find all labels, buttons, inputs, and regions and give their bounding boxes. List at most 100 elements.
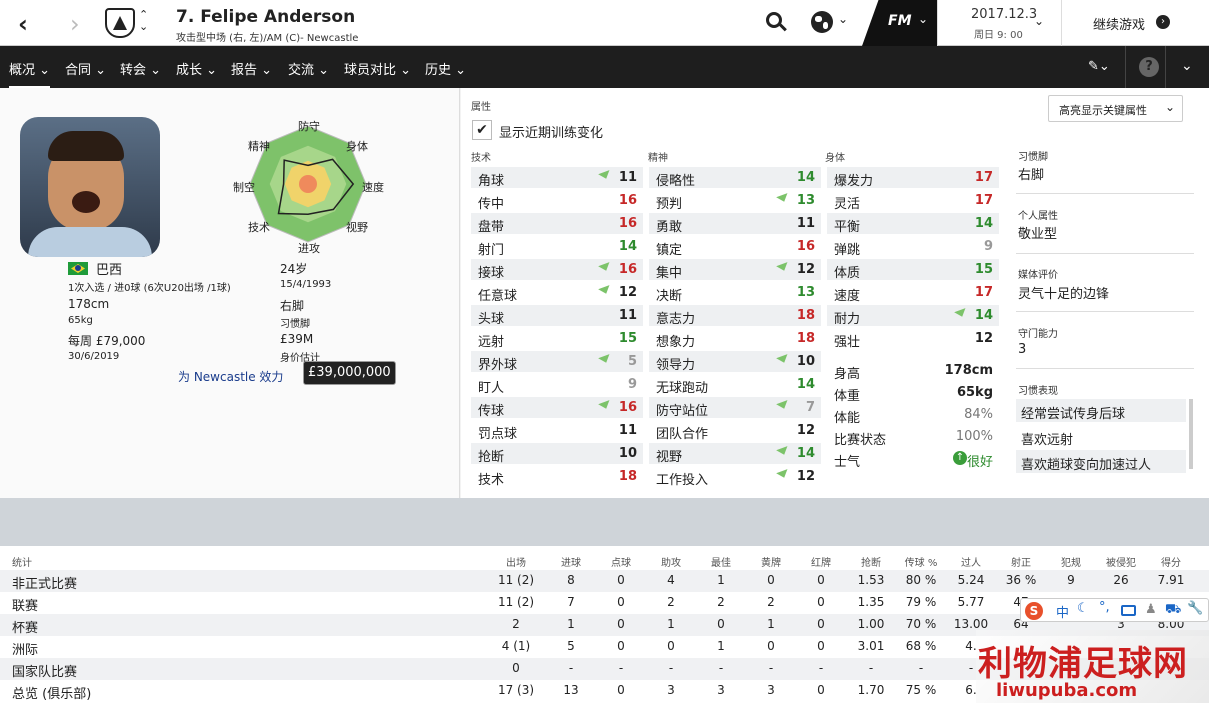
stats-cell: 3	[717, 683, 725, 697]
stats-row-label: 总览 (俱乐部)	[12, 687, 92, 702]
tab-reports[interactable]: 报告 ⌄	[231, 59, 272, 78]
stats-column-header[interactable]: 进球	[546, 554, 596, 569]
stats-column-header[interactable]: 最佳	[696, 554, 746, 569]
moon-icon[interactable]: ☾	[1077, 601, 1089, 616]
attribute-row[interactable]: 体质 15	[827, 259, 999, 281]
club-link[interactable]: 为 Newcastle 效力	[178, 368, 283, 385]
stats-column-header[interactable]: 过人	[946, 554, 996, 569]
attribute-row[interactable]: 灵活 17	[827, 190, 999, 212]
tab-history[interactable]: 历史 ⌄	[425, 59, 466, 78]
attribute-row[interactable]: 无球跑动 14	[649, 374, 821, 396]
stats-column-header[interactable]: 红牌	[796, 554, 846, 569]
attribute-row[interactable]: 耐力 14	[827, 305, 999, 327]
club-crest-icon[interactable]	[105, 8, 135, 38]
stats-column-header[interactable]: 助攻	[646, 554, 696, 569]
ime-mode[interactable]: 中	[1056, 602, 1069, 621]
player-wage: 每周 £79,000	[68, 334, 146, 348]
fm-menu[interactable]: FM ⌄	[862, 0, 937, 46]
stats-column-header[interactable]: 统计	[12, 554, 32, 569]
attribute-row[interactable]: 传中 16	[471, 190, 643, 212]
attribute-row[interactable]: 预判 13	[649, 190, 821, 212]
keyboard-icon[interactable]	[1121, 605, 1136, 616]
stats-cell: -	[618, 661, 624, 675]
training-changes-checkbox[interactable]: ✔	[472, 120, 492, 140]
physical-info-row: 体能 84%	[827, 404, 999, 426]
stats-cell: 0	[767, 573, 775, 587]
attribute-row[interactable]: 强壮 12	[827, 328, 999, 350]
stats-column-header[interactable]: 黄牌	[746, 554, 796, 569]
continue-button[interactable]: 继续游戏	[1093, 14, 1145, 33]
stats-column-header[interactable]: 抢断	[846, 554, 896, 569]
attribute-row[interactable]: 决断 13	[649, 282, 821, 304]
attribute-row[interactable]: 领导力 10	[649, 351, 821, 373]
tab-transfer[interactable]: 转会 ⌄	[120, 59, 161, 78]
attribute-row[interactable]: 抢断 10	[471, 443, 643, 465]
tab-development[interactable]: 成长 ⌄	[176, 59, 217, 78]
attribute-row[interactable]: 镇定 16	[649, 236, 821, 258]
forward-icon[interactable]: ›	[70, 10, 80, 38]
attribute-row[interactable]: 意志力 18	[649, 305, 821, 327]
physical-info-name: 士气	[834, 455, 861, 470]
attribute-row[interactable]: 传球 16	[471, 397, 643, 419]
user-icon[interactable]: ♟	[1145, 602, 1157, 617]
attribute-row[interactable]: 想象力 18	[649, 328, 821, 350]
tab-compare[interactable]: 球员对比 ⌄	[344, 59, 411, 78]
attribute-row[interactable]: 侵略性 14	[649, 167, 821, 189]
punctuation-icon[interactable]: °,	[1099, 600, 1110, 615]
attribute-row[interactable]: 界外球 5	[471, 351, 643, 373]
radar-label-defense: 防守	[298, 120, 320, 133]
attribute-row[interactable]: 盯人 9	[471, 374, 643, 396]
attribute-row[interactable]: 弹跳 9	[827, 236, 999, 258]
settings-wrench-icon[interactable]: 🔧	[1187, 601, 1203, 616]
tab-overview[interactable]: 概况 ⌄	[9, 59, 51, 89]
stats-cell: 2	[767, 595, 775, 609]
attribute-row[interactable]: 头球 11	[471, 305, 643, 327]
stats-column-header[interactable]: 出场	[491, 554, 541, 569]
stats-column-header[interactable]: 传球 %	[896, 554, 946, 569]
club-switch-icon[interactable]: ⌃ ⌄	[139, 9, 148, 33]
attribute-row[interactable]: 防守站位 7	[649, 397, 821, 419]
attribute-row[interactable]: 勇敢 11	[649, 213, 821, 235]
chevron-down-icon[interactable]: ⌄	[838, 12, 848, 26]
skin-icon[interactable]: ⛟	[1165, 602, 1181, 619]
stats-row[interactable]: 非正式比赛 11 (2) 8 0 4 1 0 0 1.53 80 % 5.24 36 % 9 26 7.91	[0, 570, 1209, 592]
ime-toolbar[interactable]: S 中 ☾ °, ♟ ⛟ 🔧	[1020, 598, 1209, 622]
menu-chevron-icon[interactable]: ⌄	[1181, 58, 1193, 74]
globe-icon[interactable]	[811, 11, 833, 33]
attribute-row[interactable]: 速度 17	[827, 282, 999, 304]
nav-bar: 概况 ⌄ 合同 ⌄ 转会 ⌄ 成长 ⌄ 报告 ⌄ 交流 ⌄ 球员对比 ⌄ 历史 …	[0, 46, 1209, 89]
tab-contract[interactable]: 合同 ⌄	[65, 59, 106, 78]
physical-info-row: ↑ 士气 很好	[827, 448, 999, 470]
attribute-row[interactable]: 视野 14	[649, 443, 821, 465]
date-panel[interactable]: 2017.12.3 周日 9: 00 ⌄	[937, 0, 1062, 46]
stats-cell: 0	[667, 639, 675, 653]
training-arrow-icon	[954, 308, 968, 319]
attribute-row[interactable]: 角球 11	[471, 167, 643, 189]
highlight-key-attributes-dropdown[interactable]: 高亮显示关键属性 ⌄	[1048, 95, 1183, 122]
edit-icon[interactable]: ✎⌄	[1088, 59, 1110, 74]
attribute-row[interactable]: 工作投入 12	[649, 466, 821, 488]
traits-scrollbar[interactable]	[1189, 399, 1193, 469]
personality-title: 个人属性	[1018, 211, 1058, 222]
stats-column-header[interactable]: 被侵犯	[1096, 554, 1146, 569]
attribute-row[interactable]: 爆发力 17	[827, 167, 999, 189]
attribute-row[interactable]: 射门 14	[471, 236, 643, 258]
stats-cell: 1.53	[857, 573, 885, 587]
attribute-row[interactable]: 任意球 12	[471, 282, 643, 304]
attribute-row[interactable]: 罚点球 11	[471, 420, 643, 442]
back-icon[interactable]: ‹	[18, 10, 28, 38]
attribute-row[interactable]: 集中 12	[649, 259, 821, 281]
continue-arrow-icon[interactable]: ›	[1156, 15, 1170, 29]
stats-column-header[interactable]: 点球	[596, 554, 646, 569]
attribute-row[interactable]: 团队合作 12	[649, 420, 821, 442]
help-icon[interactable]: ?	[1139, 57, 1159, 77]
attribute-row[interactable]: 盘带 16	[471, 213, 643, 235]
attribute-row[interactable]: 接球 16	[471, 259, 643, 281]
stats-column-header[interactable]: 犯规	[1046, 554, 1096, 569]
stats-column-header[interactable]: 射正	[996, 554, 1046, 569]
attribute-row[interactable]: 技术 18	[471, 466, 643, 488]
attribute-row[interactable]: 远射 15	[471, 328, 643, 350]
attribute-row[interactable]: 平衡 14	[827, 213, 999, 235]
stats-column-header[interactable]: 得分	[1146, 554, 1196, 569]
tab-interaction[interactable]: 交流 ⌄	[288, 59, 329, 78]
